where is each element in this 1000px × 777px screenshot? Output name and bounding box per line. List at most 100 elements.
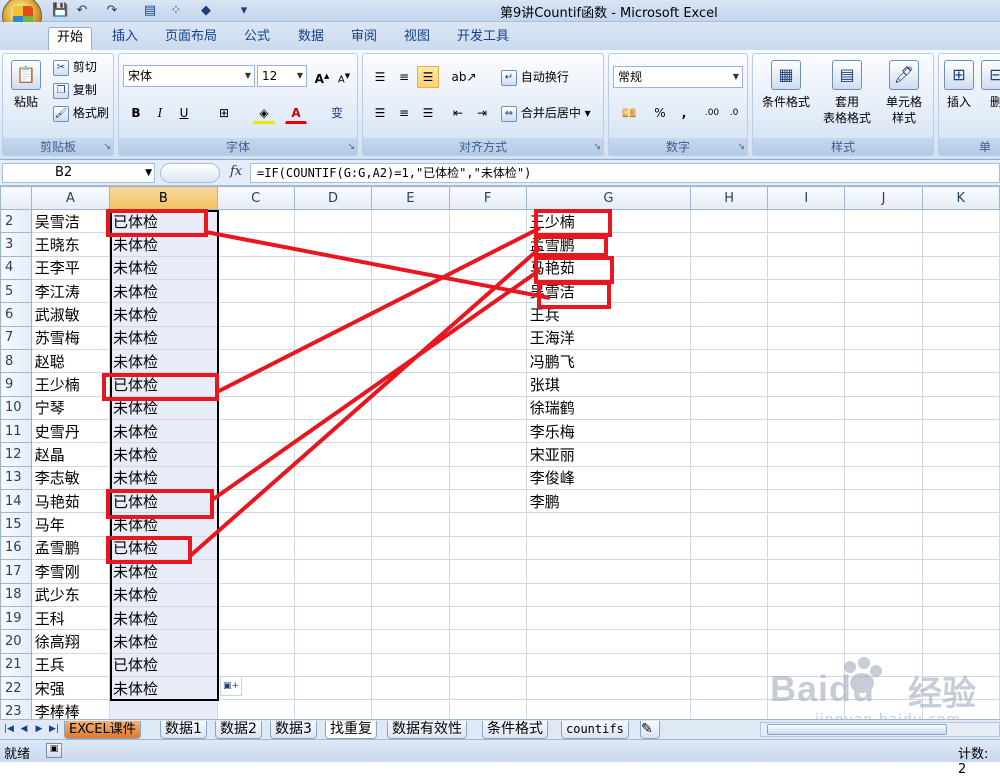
cell-b[interactable]: 已体检 (109, 372, 218, 397)
column-header-d[interactable]: D (293, 186, 373, 210)
name-box[interactable]: B2 ▼ (2, 163, 155, 183)
cell-i[interactable] (767, 512, 846, 537)
cell-d[interactable] (293, 255, 373, 281)
cell-f[interactable] (448, 465, 527, 491)
column-header-k[interactable]: K (921, 186, 1000, 210)
row-header[interactable]: 6 (0, 302, 32, 327)
cell-i[interactable] (767, 605, 846, 631)
cell-g[interactable] (525, 535, 691, 561)
row-header[interactable]: 10 (0, 395, 32, 421)
column-header-g[interactable]: G (525, 186, 691, 210)
cell-c[interactable] (216, 442, 295, 467)
cell-b[interactable]: 未体检 (109, 255, 218, 281)
row-header[interactable]: 7 (0, 325, 32, 351)
cut-button[interactable]: ✂ 剪切 (53, 59, 97, 76)
cell-b[interactable]: 未体检 (109, 512, 218, 537)
cell-e[interactable] (371, 605, 450, 631)
percent-button[interactable]: % (649, 102, 671, 124)
cell-a[interactable]: 赵聪 (30, 349, 111, 374)
format-painter-button[interactable]: 🖌 格式刷 (53, 105, 109, 122)
cell-j[interactable] (844, 675, 923, 701)
cell-d[interactable] (293, 442, 373, 467)
cell-f[interactable] (448, 279, 527, 304)
dialog-launcher-icon[interactable]: ↘ (737, 142, 745, 152)
tab-review[interactable]: 审阅 (343, 27, 385, 49)
cell-g[interactable]: 冯鹏飞 (525, 349, 691, 374)
cell-j[interactable] (844, 535, 923, 561)
cell-i[interactable] (767, 395, 846, 421)
cell-h[interactable] (689, 232, 769, 257)
cell-a[interactable]: 宁琴 (30, 395, 111, 421)
align-left-icon[interactable]: ☰ (369, 102, 391, 124)
sheet-tab-countifs[interactable]: countifs (561, 721, 629, 739)
increase-decimal-icon[interactable]: .00 (701, 102, 723, 124)
cell-f[interactable] (448, 325, 527, 351)
cell-d[interactable] (293, 489, 373, 514)
column-header-c[interactable]: C (216, 186, 295, 210)
cell-j[interactable] (844, 512, 923, 537)
tab-data[interactable]: 数据 (290, 27, 332, 49)
row-header[interactable]: 23 (0, 699, 32, 719)
cell-c[interactable] (216, 279, 295, 304)
cell-b[interactable]: 未体检 (109, 582, 218, 607)
cell-e[interactable] (371, 559, 450, 584)
fill-color-icon[interactable]: ◈ (253, 102, 275, 124)
borders-icon[interactable]: ⊞ (213, 102, 235, 124)
row-header[interactable]: 16 (0, 535, 32, 561)
cell-h[interactable] (689, 208, 769, 234)
decrease-indent-icon[interactable]: ⇤ (447, 102, 469, 124)
copy-button[interactable]: ❐ 复制 (53, 82, 97, 99)
cell-d[interactable] (293, 349, 373, 374)
cell-f[interactable] (448, 372, 527, 397)
cell-f[interactable] (448, 395, 527, 421)
dialog-launcher-icon[interactable]: ↘ (347, 142, 355, 152)
sheet-tab-data-validation[interactable]: 数据有效性 (387, 721, 467, 739)
cell-b[interactable]: 未体检 (109, 442, 218, 467)
cell-b[interactable] (109, 699, 218, 719)
cell-b[interactable]: 未体检 (109, 349, 218, 374)
italic-button[interactable]: I (149, 102, 171, 124)
cell-h[interactable] (689, 652, 769, 677)
wrap-text-button[interactable]: ↵ 自动换行 (501, 69, 569, 86)
cell-f[interactable] (448, 605, 527, 631)
cell-d[interactable] (293, 512, 373, 537)
cell-a[interactable]: 李江涛 (30, 279, 111, 304)
cell-g[interactable]: 孟雪鹏 (525, 232, 691, 257)
paste-button[interactable]: 📋 粘贴 (7, 60, 45, 110)
cell-e[interactable] (371, 675, 450, 701)
cell-h[interactable] (689, 302, 769, 327)
align-top-icon[interactable]: ☰ (369, 66, 391, 88)
cell-b[interactable]: 已体检 (109, 489, 218, 514)
cell-i[interactable] (767, 349, 846, 374)
select-all-corner[interactable] (0, 186, 32, 210)
cell-e[interactable] (371, 325, 450, 351)
cell-h[interactable] (689, 255, 769, 281)
cell-h[interactable] (689, 349, 769, 374)
cell-k[interactable] (921, 325, 1000, 351)
cell-c[interactable] (216, 419, 295, 444)
cell-i[interactable] (767, 279, 846, 304)
cell-k[interactable] (921, 442, 1000, 467)
cell-j[interactable] (844, 442, 923, 467)
row-header[interactable]: 4 (0, 255, 32, 281)
cell-f[interactable] (448, 349, 527, 374)
formula-bar-handle[interactable] (160, 163, 220, 183)
cell-c[interactable] (216, 699, 295, 719)
sheet-tab-data2[interactable]: 数据2 (215, 721, 262, 739)
bold-button[interactable]: B (125, 102, 147, 124)
cell-i[interactable] (767, 442, 846, 467)
cell-d[interactable] (293, 372, 373, 397)
tab-home[interactable]: 开始 (48, 27, 93, 50)
column-header-h[interactable]: H (689, 186, 769, 210)
cell-h[interactable] (689, 489, 769, 514)
cell-f[interactable] (448, 208, 527, 234)
cell-e[interactable] (371, 302, 450, 327)
cell-i[interactable] (767, 419, 846, 444)
cell-g[interactable]: 张琪 (525, 372, 691, 397)
cell-j[interactable] (844, 302, 923, 327)
row-header[interactable]: 5 (0, 279, 32, 304)
cell-b[interactable]: 未体检 (109, 465, 218, 491)
cell-h[interactable] (689, 279, 769, 304)
cell-j[interactable] (844, 255, 923, 281)
cell-j[interactable] (844, 652, 923, 677)
